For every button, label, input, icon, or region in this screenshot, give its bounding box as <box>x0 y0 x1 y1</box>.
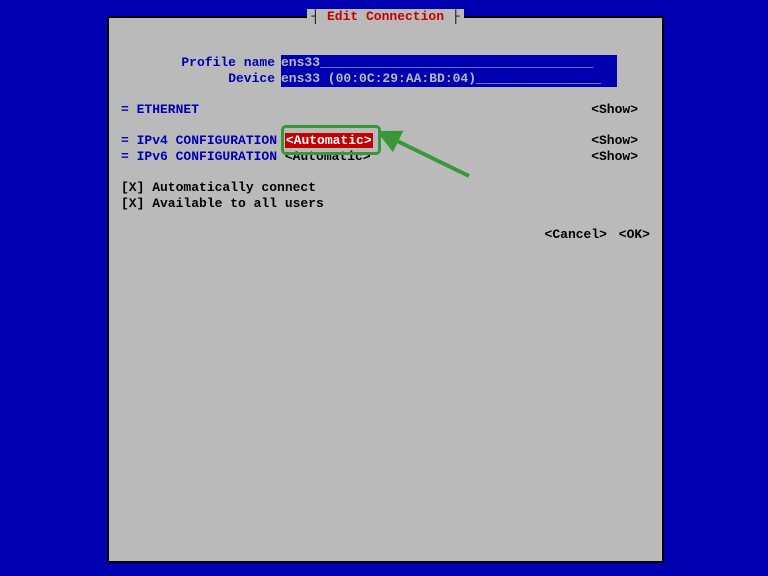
ipv6-mode-selector[interactable]: <Automatic> <box>285 149 371 164</box>
ipv4-label: = IPv4 CONFIGURATION <box>121 133 277 148</box>
device-input[interactable]: ens33 (00:0C:29:AA:BD:04)_______________… <box>281 71 617 87</box>
ipv4-section: = IPv4 CONFIGURATION <Automatic> <Show> <box>121 133 650 149</box>
ipv6-section: = IPv6 CONFIGURATION <Automatic> <Show> <box>121 149 650 165</box>
ipv4-show-button[interactable]: <Show> <box>591 133 638 149</box>
ok-button[interactable]: <OK> <box>619 227 650 242</box>
ipv6-show-button[interactable]: <Show> <box>591 149 638 165</box>
ipv4-mode-selector[interactable]: <Automatic> <box>285 133 373 148</box>
cancel-button[interactable]: <Cancel> <box>545 227 607 242</box>
profile-name-label: Profile name <box>121 55 281 71</box>
ipv6-label: = IPv6 CONFIGURATION <box>121 149 277 164</box>
ethernet-section: = ETHERNET <Show> <box>121 102 650 118</box>
dialog-title-bar: ┤ Edit Connection ├ <box>109 9 662 25</box>
profile-name-input[interactable]: ens33___________________________________ <box>281 55 617 71</box>
device-row: Deviceens33 (00:0C:29:AA:BD:04)_________… <box>121 71 650 87</box>
auto-connect-checkbox[interactable]: [X] Automatically connect <box>121 180 316 195</box>
ethernet-show-button[interactable]: <Show> <box>591 102 638 118</box>
device-label: Device <box>121 71 281 87</box>
profile-name-row: Profile nameens33_______________________… <box>121 55 650 71</box>
all-users-checkbox[interactable]: [X] Available to all users <box>121 196 324 211</box>
ethernet-label: = ETHERNET <box>121 102 199 117</box>
dialog-title: Edit Connection <box>327 9 444 24</box>
edit-connection-dialog: ┤ Edit Connection ├ Profile nameens33___… <box>107 16 664 563</box>
